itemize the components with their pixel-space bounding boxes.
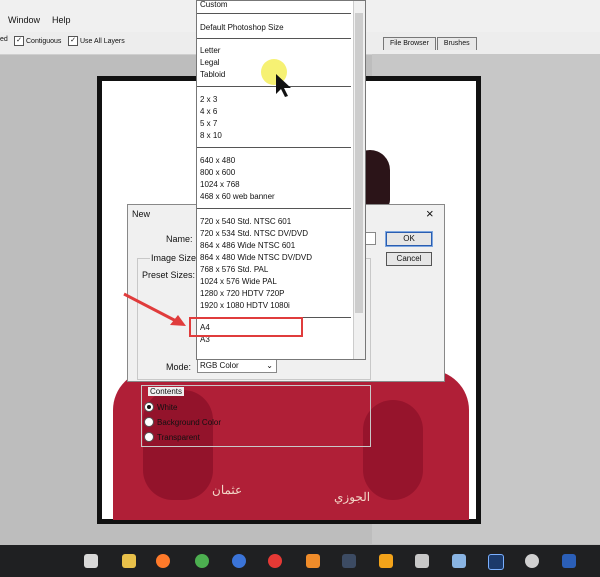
- browser-icon[interactable]: [232, 554, 246, 568]
- list-item[interactable]: 2 x 3: [200, 95, 217, 104]
- chevron-down-icon: ⌄: [266, 361, 273, 370]
- radio-label: Transparent: [157, 432, 200, 442]
- dialog-title: New: [132, 209, 151, 219]
- list-item[interactable]: Letter: [200, 46, 220, 55]
- video-editor-icon[interactable]: [342, 554, 356, 568]
- radio-label: White: [157, 402, 178, 412]
- garment-shade: [363, 400, 423, 500]
- radio-label: Background Color: [157, 417, 222, 427]
- ok-button[interactable]: OK: [385, 231, 433, 247]
- list-item[interactable]: Default Photoshop Size: [200, 23, 284, 32]
- photo-icon[interactable]: [415, 554, 429, 568]
- checkbox-icon[interactable]: ✓: [68, 36, 78, 46]
- list-item[interactable]: 468 x 60 web banner: [200, 192, 275, 201]
- mode-value: RGB Color: [200, 361, 239, 370]
- preset-sizes-label: Preset Sizes:: [142, 270, 196, 280]
- mode-label: Mode:: [166, 362, 192, 372]
- chat-icon[interactable]: [452, 554, 466, 568]
- option-anti-aliased[interactable]: ed: [0, 36, 8, 43]
- anydesk-icon[interactable]: [84, 554, 98, 568]
- tab-brushes[interactable]: Brushes: [436, 37, 477, 50]
- photoshop-icon[interactable]: [488, 554, 504, 570]
- list-item[interactable]: 1024 x 768: [200, 180, 240, 189]
- radio-selected-icon[interactable]: [144, 402, 154, 412]
- name-label: Name:: [166, 234, 193, 244]
- radio-white[interactable]: White: [144, 402, 177, 412]
- embroidery-text: عثمان: [212, 483, 243, 497]
- scrollbar-thumb[interactable]: [355, 13, 363, 313]
- cursor-icon: [261, 59, 291, 97]
- list-item[interactable]: Custom: [200, 0, 228, 9]
- list-item[interactable]: Tabloid: [200, 70, 225, 79]
- list-item[interactable]: 4 x 6: [200, 107, 217, 116]
- menu-window[interactable]: Window: [8, 15, 40, 25]
- annotation-arrow-icon: [123, 292, 186, 326]
- taskbar: [0, 545, 600, 577]
- list-item[interactable]: 8 x 10: [200, 131, 222, 140]
- preset-sizes-dropdown[interactable]: Custom Default Photoshop Size Letter Leg…: [196, 0, 366, 360]
- tab-file-browser[interactable]: File Browser: [383, 37, 436, 50]
- radio-icon[interactable]: [144, 417, 154, 427]
- cancel-button[interactable]: Cancel: [386, 252, 432, 266]
- list-item[interactable]: Legal: [200, 58, 220, 67]
- close-icon[interactable]: ×: [426, 206, 434, 221]
- list-item[interactable]: 720 x 540 Std. NTSC 601: [200, 217, 291, 226]
- list-item[interactable]: 1024 x 576 Wide PAL: [200, 277, 277, 286]
- list-item[interactable]: 5 x 7: [200, 119, 217, 128]
- option-label: ed: [0, 36, 8, 43]
- radio-transparent[interactable]: Transparent: [144, 432, 200, 442]
- mode-select[interactable]: RGB Color ⌄: [197, 359, 277, 373]
- highlight-box: [189, 317, 303, 337]
- list-item[interactable]: 1920 x 1080 HDTV 1080i: [200, 301, 290, 310]
- media-icon[interactable]: [379, 554, 393, 568]
- scrollbar[interactable]: [353, 1, 365, 359]
- panel-tabs: File Browser Brushes: [383, 37, 478, 51]
- file-explorer-icon[interactable]: [122, 554, 136, 568]
- list-item[interactable]: 1280 x 720 HDTV 720P: [200, 289, 285, 298]
- option-contiguous[interactable]: ✓ Contiguous: [14, 36, 61, 46]
- list-item[interactable]: 640 x 480: [200, 156, 235, 165]
- word-icon[interactable]: [562, 554, 576, 568]
- media-player-icon[interactable]: [306, 554, 320, 568]
- firefox-icon[interactable]: [156, 554, 170, 568]
- radio-icon[interactable]: [144, 432, 154, 442]
- option-label: Use All Layers: [80, 37, 125, 45]
- option-use-all-layers[interactable]: ✓ Use All Layers: [68, 36, 125, 46]
- list-item[interactable]: 720 x 534 Std. NTSC DV/DVD: [200, 229, 308, 238]
- chrome-icon[interactable]: [195, 554, 209, 568]
- list-item[interactable]: 864 x 486 Wide NTSC 601: [200, 241, 295, 250]
- option-label: Contiguous: [26, 37, 62, 45]
- list-item[interactable]: 768 x 576 Std. PAL: [200, 265, 268, 274]
- menu-help[interactable]: Help: [52, 15, 71, 25]
- list-item[interactable]: 800 x 600: [200, 168, 235, 177]
- checkbox-icon[interactable]: ✓: [14, 36, 24, 46]
- contents-legend: Contents: [148, 387, 185, 396]
- radio-background-color[interactable]: Background Color: [144, 417, 221, 427]
- embroidery-text: الجوزي: [334, 490, 371, 504]
- image-size-label: Image Size:: [150, 253, 200, 263]
- opera-icon[interactable]: [268, 554, 282, 568]
- network-icon[interactable]: [525, 554, 539, 568]
- list-item[interactable]: 864 x 480 Wide NTSC DV/DVD: [200, 253, 312, 262]
